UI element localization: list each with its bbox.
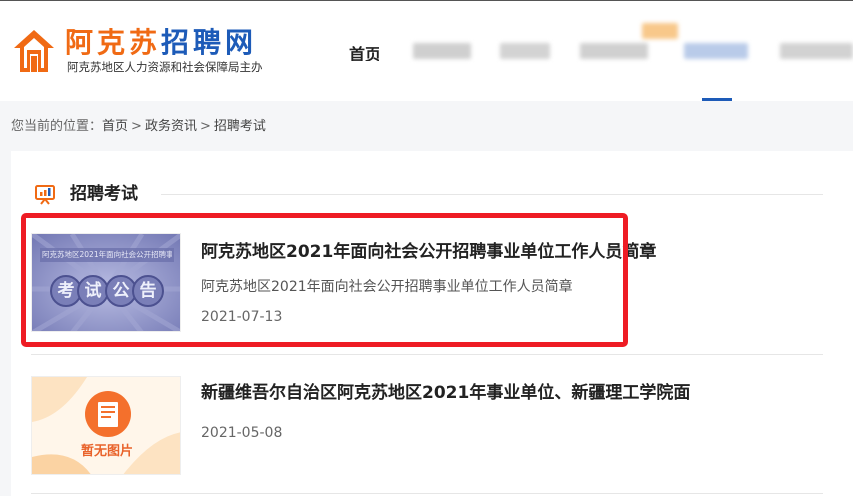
- section-divider: [161, 194, 823, 195]
- article-title[interactable]: 阿克苏地区2021年面向社会公开招聘事业单位工作人员简章: [201, 241, 656, 263]
- article-summary: 阿克苏地区2021年面向社会公开招聘事业单位工作人员简章: [201, 279, 573, 295]
- no-image-label: 暂无图片: [80, 444, 133, 459]
- logo-title-part2: 招聘网: [161, 26, 258, 59]
- article-thumbnail[interactable]: 暂无图片: [31, 376, 181, 475]
- thumb-char: 告: [139, 281, 157, 301]
- article-item[interactable]: 阿克苏地区2021年面向社会公开招聘事业单位 考 试 公 告 阿克苏地区2021…: [31, 233, 823, 343]
- nav-item-blurred-hot: [642, 23, 678, 39]
- breadcrumb: 您当前的位置：首页 > 政务资讯 > 招聘考试: [11, 119, 266, 135]
- article-divider: [31, 354, 823, 355]
- logo-title-part1: 阿克苏: [65, 26, 162, 59]
- section-title: 招聘考试: [70, 184, 138, 204]
- article-thumbnail[interactable]: 阿克苏地区2021年面向社会公开招聘事业单位 考 试 公 告: [31, 233, 181, 332]
- thumb-char: 试: [84, 281, 102, 301]
- breadcrumb-current[interactable]: 招聘考试: [214, 119, 266, 134]
- thumb-char: 公: [112, 281, 130, 301]
- site-header: 阿克苏招聘网 阿克苏地区人力资源和社会保障局主办 首页: [0, 0, 853, 101]
- site-logo-title[interactable]: 阿克苏招聘网: [65, 25, 257, 61]
- nav-home[interactable]: 首页: [349, 41, 379, 61]
- article-date: 2021-05-08: [201, 425, 283, 441]
- article-divider: [31, 493, 823, 494]
- article-title[interactable]: 新疆维吾尔自治区阿克苏地区2021年事业单位、新疆理工学院面: [201, 382, 690, 404]
- logo-subtitle: 阿克苏地区人力资源和社会保障局主办: [67, 60, 263, 74]
- house-logo-icon[interactable]: [12, 28, 56, 74]
- breadcrumb-home[interactable]: 首页: [102, 119, 128, 134]
- breadcrumb-separator: >: [199, 119, 211, 134]
- thumb-banner-text: 阿克苏地区2021年面向社会公开招聘事业单位: [42, 250, 172, 259]
- content-panel: 招聘考试 阿克苏地区2021年面向社会公开招聘事 考 试 公 告 阿克苏地区20…: [11, 151, 853, 496]
- breadcrumb-separator: >: [131, 119, 142, 134]
- article-date: 2021-07-13: [201, 309, 283, 325]
- presentation-chart-icon: [35, 185, 55, 205]
- nav-item-blurred-2[interactable]: [500, 43, 550, 59]
- nav-item-blurred-1[interactable]: [413, 43, 471, 59]
- breadcrumb-prefix: 您当前的位置：: [11, 119, 103, 134]
- article-item[interactable]: 暂无图片 新疆维吾尔自治区阿克苏地区2021年事业单位、新疆理工学院面 2021…: [31, 376, 823, 486]
- thumb-char: 考: [57, 281, 75, 301]
- breadcrumb-news[interactable]: 政务资讯: [145, 119, 197, 134]
- nav-active-indicator: [702, 98, 732, 101]
- nav-item-blurred-3[interactable]: [580, 43, 648, 59]
- nav-item-blurred-5[interactable]: [780, 43, 853, 59]
- nav-item-blurred-active[interactable]: [684, 43, 748, 59]
